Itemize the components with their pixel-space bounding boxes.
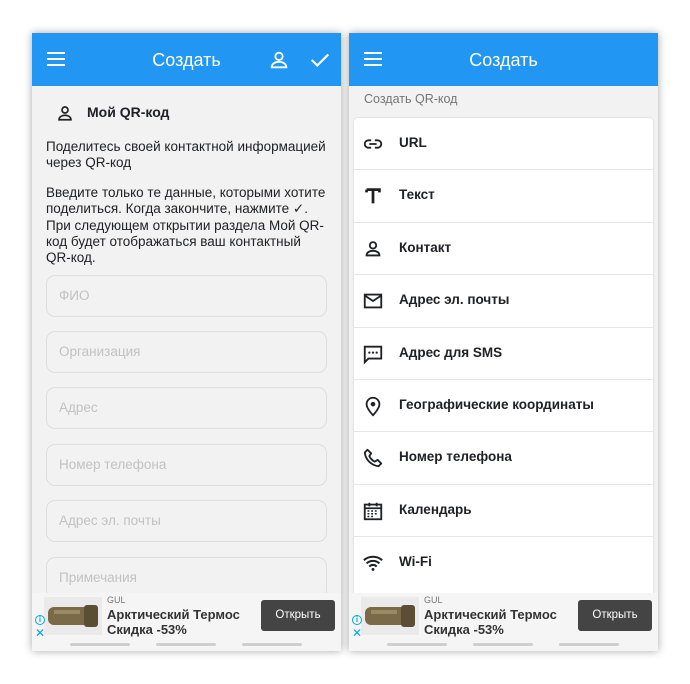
ad-open-button[interactable]: Открыть — [578, 600, 652, 631]
app-bar-title: Создать — [469, 50, 538, 70]
address-field[interactable]: Адрес — [46, 387, 327, 429]
list-item-sms[interactable]: Адрес для SMS — [354, 328, 653, 380]
person-icon — [365, 241, 381, 257]
person-icon — [58, 106, 72, 121]
list-item-label: Адрес эл. почты — [399, 292, 510, 308]
system-nav-bar — [349, 639, 658, 651]
ad-banner[interactable]: i ✕ GUL Арктический Термос Скидка -53% О… — [32, 593, 341, 640]
phone-icon — [363, 449, 383, 468]
location-icon — [365, 396, 381, 417]
ad-title: Арктический Термос — [424, 607, 557, 622]
my-qr-screen: Создать Мой QR-код Поделитесь своей конт… — [32, 33, 341, 651]
wifi-icon — [363, 556, 383, 572]
list-item-label: Географические координаты — [399, 397, 594, 412]
ad-close-icon[interactable]: ✕ — [35, 626, 45, 640]
field-placeholder: Адрес эл. почты — [59, 513, 161, 528]
list-item-text[interactable]: Текст — [354, 170, 653, 223]
qr-type-list: URL Текст Контакт Адрес эл. почты Адрес … — [354, 118, 653, 598]
field-placeholder: Организация — [59, 344, 141, 359]
create-qr-screen: Создать Создать QR-код URL Текст Контакт — [349, 33, 658, 651]
field-placeholder: Адрес — [59, 400, 98, 415]
list-item-label: Номер телефона — [399, 449, 512, 465]
section-label: Создать QR-код — [364, 92, 458, 106]
ad-info-icon[interactable]: i — [35, 615, 45, 625]
ad-info-icon[interactable]: i — [352, 615, 362, 625]
sms-icon — [363, 345, 383, 365]
organization-field[interactable]: Организация — [46, 331, 327, 373]
email-field[interactable]: Адрес эл. почты — [46, 500, 327, 542]
check-icon[interactable] — [309, 49, 331, 71]
list-item-label: URL — [399, 135, 427, 150]
mail-icon — [363, 293, 383, 309]
ad-brand: GUL — [107, 595, 126, 605]
list-item-label: Календарь — [399, 501, 472, 517]
system-nav-bar — [32, 639, 341, 651]
text-icon — [365, 188, 381, 204]
list-item-label: Адрес для SMS — [399, 344, 503, 360]
person-icon[interactable] — [268, 49, 290, 71]
app-bar: Создать — [32, 33, 341, 86]
list-item-contact[interactable]: Контакт — [354, 223, 653, 276]
intro-text: Поделитесь своей контактной информацией … — [46, 139, 326, 171]
field-placeholder: Примечания — [59, 570, 137, 585]
ad-title: Арктический Термос — [107, 607, 240, 622]
thermos-image — [361, 597, 419, 635]
thermos-image — [44, 597, 102, 635]
full-name-field[interactable]: ФИО — [46, 275, 327, 317]
list-item-geo[interactable]: Географические координаты — [354, 380, 653, 433]
list-item-label: Текст — [399, 187, 435, 203]
calendar-icon — [363, 502, 383, 520]
list-item-wifi[interactable]: Wi-Fi — [354, 537, 653, 589]
link-icon — [363, 139, 383, 149]
ad-banner[interactable]: i ✕ GUL Арктический Термос Скидка -53% О… — [349, 593, 658, 640]
field-placeholder: Номер телефона — [59, 457, 167, 472]
ad-open-button[interactable]: Открыть — [261, 600, 335, 631]
list-item-phone[interactable]: Номер телефона — [354, 432, 653, 485]
ad-subtitle: Скидка -53% — [107, 622, 187, 637]
app-bar: Создать — [349, 33, 658, 86]
ad-brand: GUL — [424, 595, 443, 605]
ad-close-icon[interactable]: ✕ — [352, 626, 362, 640]
phone-field[interactable]: Номер телефона — [46, 444, 327, 486]
list-item-email[interactable]: Адрес эл. почты — [354, 275, 653, 328]
list-item-label: Wi-Fi — [399, 554, 432, 570]
instructions-text: Введите только те данные, которыми хотит… — [46, 185, 326, 266]
ad-subtitle: Скидка -53% — [424, 622, 504, 637]
field-placeholder: ФИО — [59, 288, 90, 303]
my-qr-label: Мой QR-код — [87, 104, 170, 120]
list-item-calendar[interactable]: Календарь — [354, 485, 653, 538]
app-bar-title: Создать — [152, 50, 221, 70]
list-item-label: Контакт — [399, 239, 452, 255]
list-item-url[interactable]: URL — [354, 118, 653, 171]
